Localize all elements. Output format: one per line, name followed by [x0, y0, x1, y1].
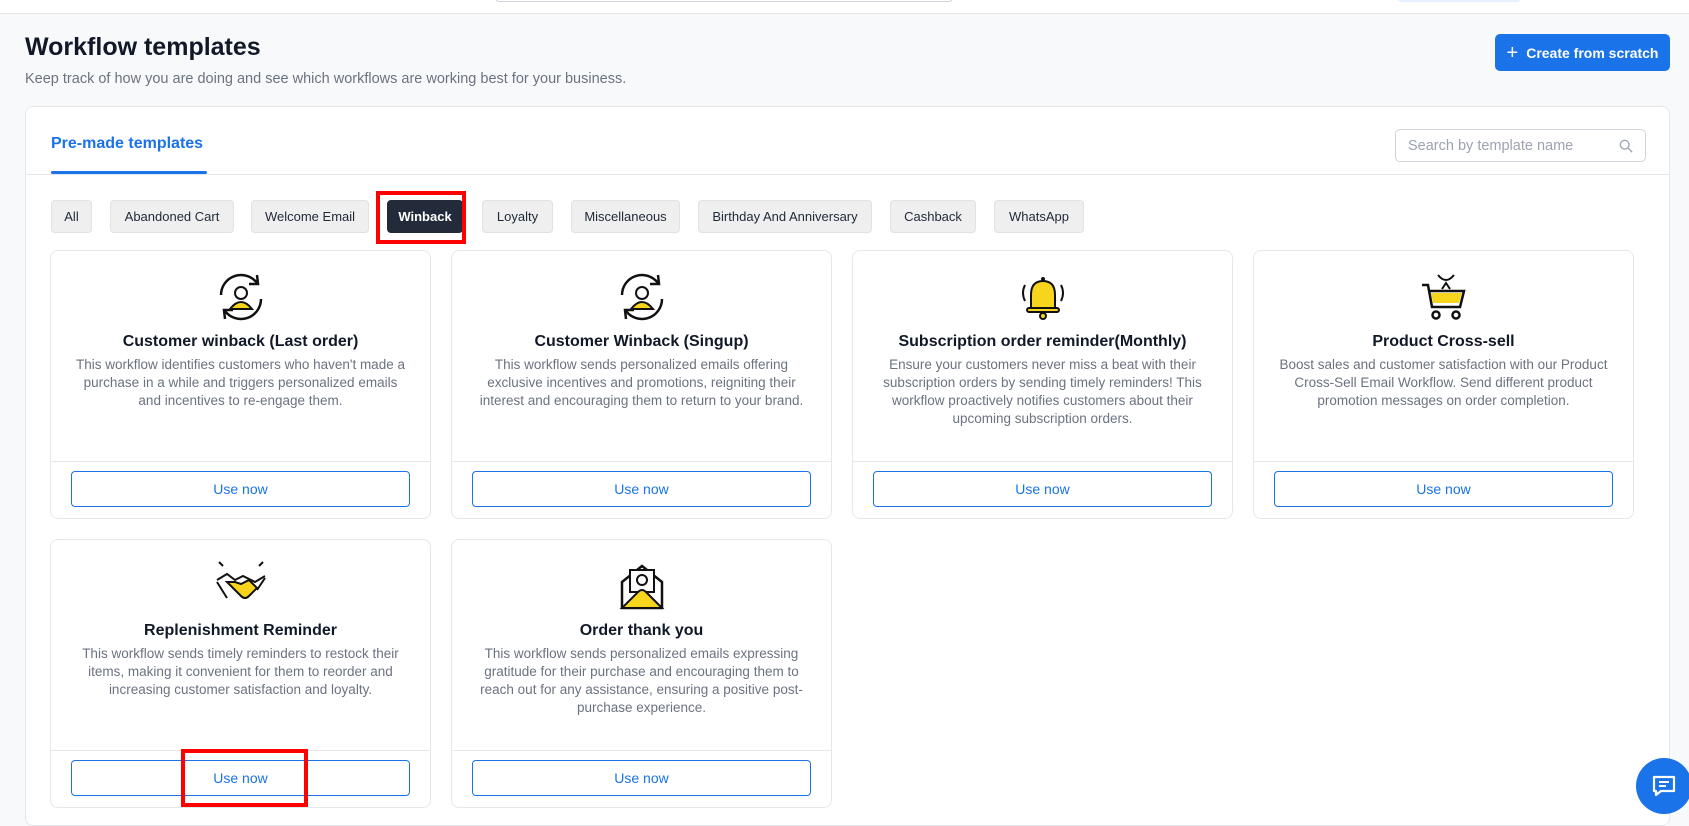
- card-divider: [1254, 461, 1633, 462]
- filter-chip-cashback[interactable]: Cashback: [890, 200, 976, 233]
- template-card: Customer winback (Last order) This workf…: [50, 250, 431, 519]
- page-subtitle: Keep track of how you are doing and see …: [25, 71, 627, 87]
- card-description: Boost sales and customer satisfaction wi…: [1279, 357, 1608, 408]
- create-from-scratch-label: Create from scratch: [1526, 44, 1659, 61]
- card-description: This workflow identifies customers who h…: [76, 357, 405, 408]
- filter-chip-welcome-email[interactable]: Welcome Email: [251, 200, 369, 233]
- template-card: Order thank you This workflow sends pers…: [451, 539, 832, 808]
- card-divider: [51, 461, 430, 462]
- filter-chip-miscellaneous[interactable]: Miscellaneous: [571, 200, 680, 233]
- card-divider: [452, 461, 831, 462]
- search-input[interactable]: [1408, 137, 1608, 154]
- filter-chip-whatsapp[interactable]: WhatsApp: [994, 200, 1084, 233]
- card-title: Product Cross-sell: [1372, 333, 1515, 350]
- card-divider: [853, 461, 1232, 462]
- tab-active-indicator: [51, 171, 207, 174]
- template-card: Customer Winback (Singup) This workflow …: [451, 250, 832, 519]
- filter-chip-birthday-and-anniversary[interactable]: Birthday And Anniversary: [698, 200, 872, 233]
- card-description: This workflow sends personalized emails …: [479, 357, 804, 408]
- chat-support-button[interactable]: [1636, 758, 1689, 814]
- template-search[interactable]: [1395, 129, 1646, 162]
- top-bar: [0, 0, 1689, 14]
- envelope-icon: [619, 564, 664, 610]
- cart-icon: [1421, 274, 1466, 320]
- template-card: Subscription order reminder(Monthly) Ens…: [852, 250, 1233, 519]
- page-title: Workflow templates: [25, 33, 261, 61]
- top-action-button[interactable]: [1398, 0, 1520, 2]
- template-card: Product Cross-sell Boost sales and custo…: [1253, 250, 1634, 519]
- filter-chip-all[interactable]: All: [51, 200, 92, 233]
- top-search-field[interactable]: [495, 0, 953, 2]
- card-divider: [51, 750, 430, 751]
- card-title: Order thank you: [579, 622, 704, 639]
- template-card: Replenishment Reminder This workflow sen…: [50, 539, 431, 808]
- filter-chip-abandoned-cart[interactable]: Abandoned Cart: [110, 200, 234, 233]
- bell-icon: [1021, 277, 1064, 320]
- use-now-button[interactable]: Use now: [873, 471, 1212, 507]
- card-description: Ensure your customers never miss a beat …: [883, 357, 1202, 426]
- handshake-icon: [215, 561, 266, 599]
- use-now-button[interactable]: Use now: [472, 760, 811, 796]
- use-now-button[interactable]: Use now: [1274, 471, 1613, 507]
- card-divider: [452, 750, 831, 751]
- tab-pre-made-templates[interactable]: Pre-made templates: [51, 135, 203, 153]
- card-title: Customer Winback (Singup): [534, 333, 749, 350]
- card-title: Customer winback (Last order): [122, 333, 359, 350]
- use-now-button[interactable]: Use now: [472, 471, 811, 507]
- filter-chip-winback[interactable]: Winback: [387, 200, 463, 233]
- create-from-scratch-button[interactable]: + Create from scratch: [1495, 34, 1670, 71]
- card-description: This workflow sends personalized emails …: [480, 646, 803, 715]
- plus-icon: +: [1506, 41, 1519, 64]
- card-description: This workflow sends timely reminders to …: [82, 646, 399, 697]
- card-title: Subscription order reminder(Monthly): [898, 333, 1187, 350]
- card-title: Replenishment Reminder: [144, 622, 337, 639]
- chat-icon: [1652, 775, 1676, 797]
- search-icon: [1619, 139, 1633, 153]
- use-now-button[interactable]: Use now: [71, 471, 410, 507]
- use-now-button[interactable]: Use now: [71, 760, 410, 796]
- filter-chip-loyalty[interactable]: Loyalty: [482, 200, 553, 233]
- user-refresh-icon: [219, 273, 262, 321]
- user-refresh-icon: [620, 273, 663, 321]
- tab-bar: Pre-made templates: [26, 107, 1669, 175]
